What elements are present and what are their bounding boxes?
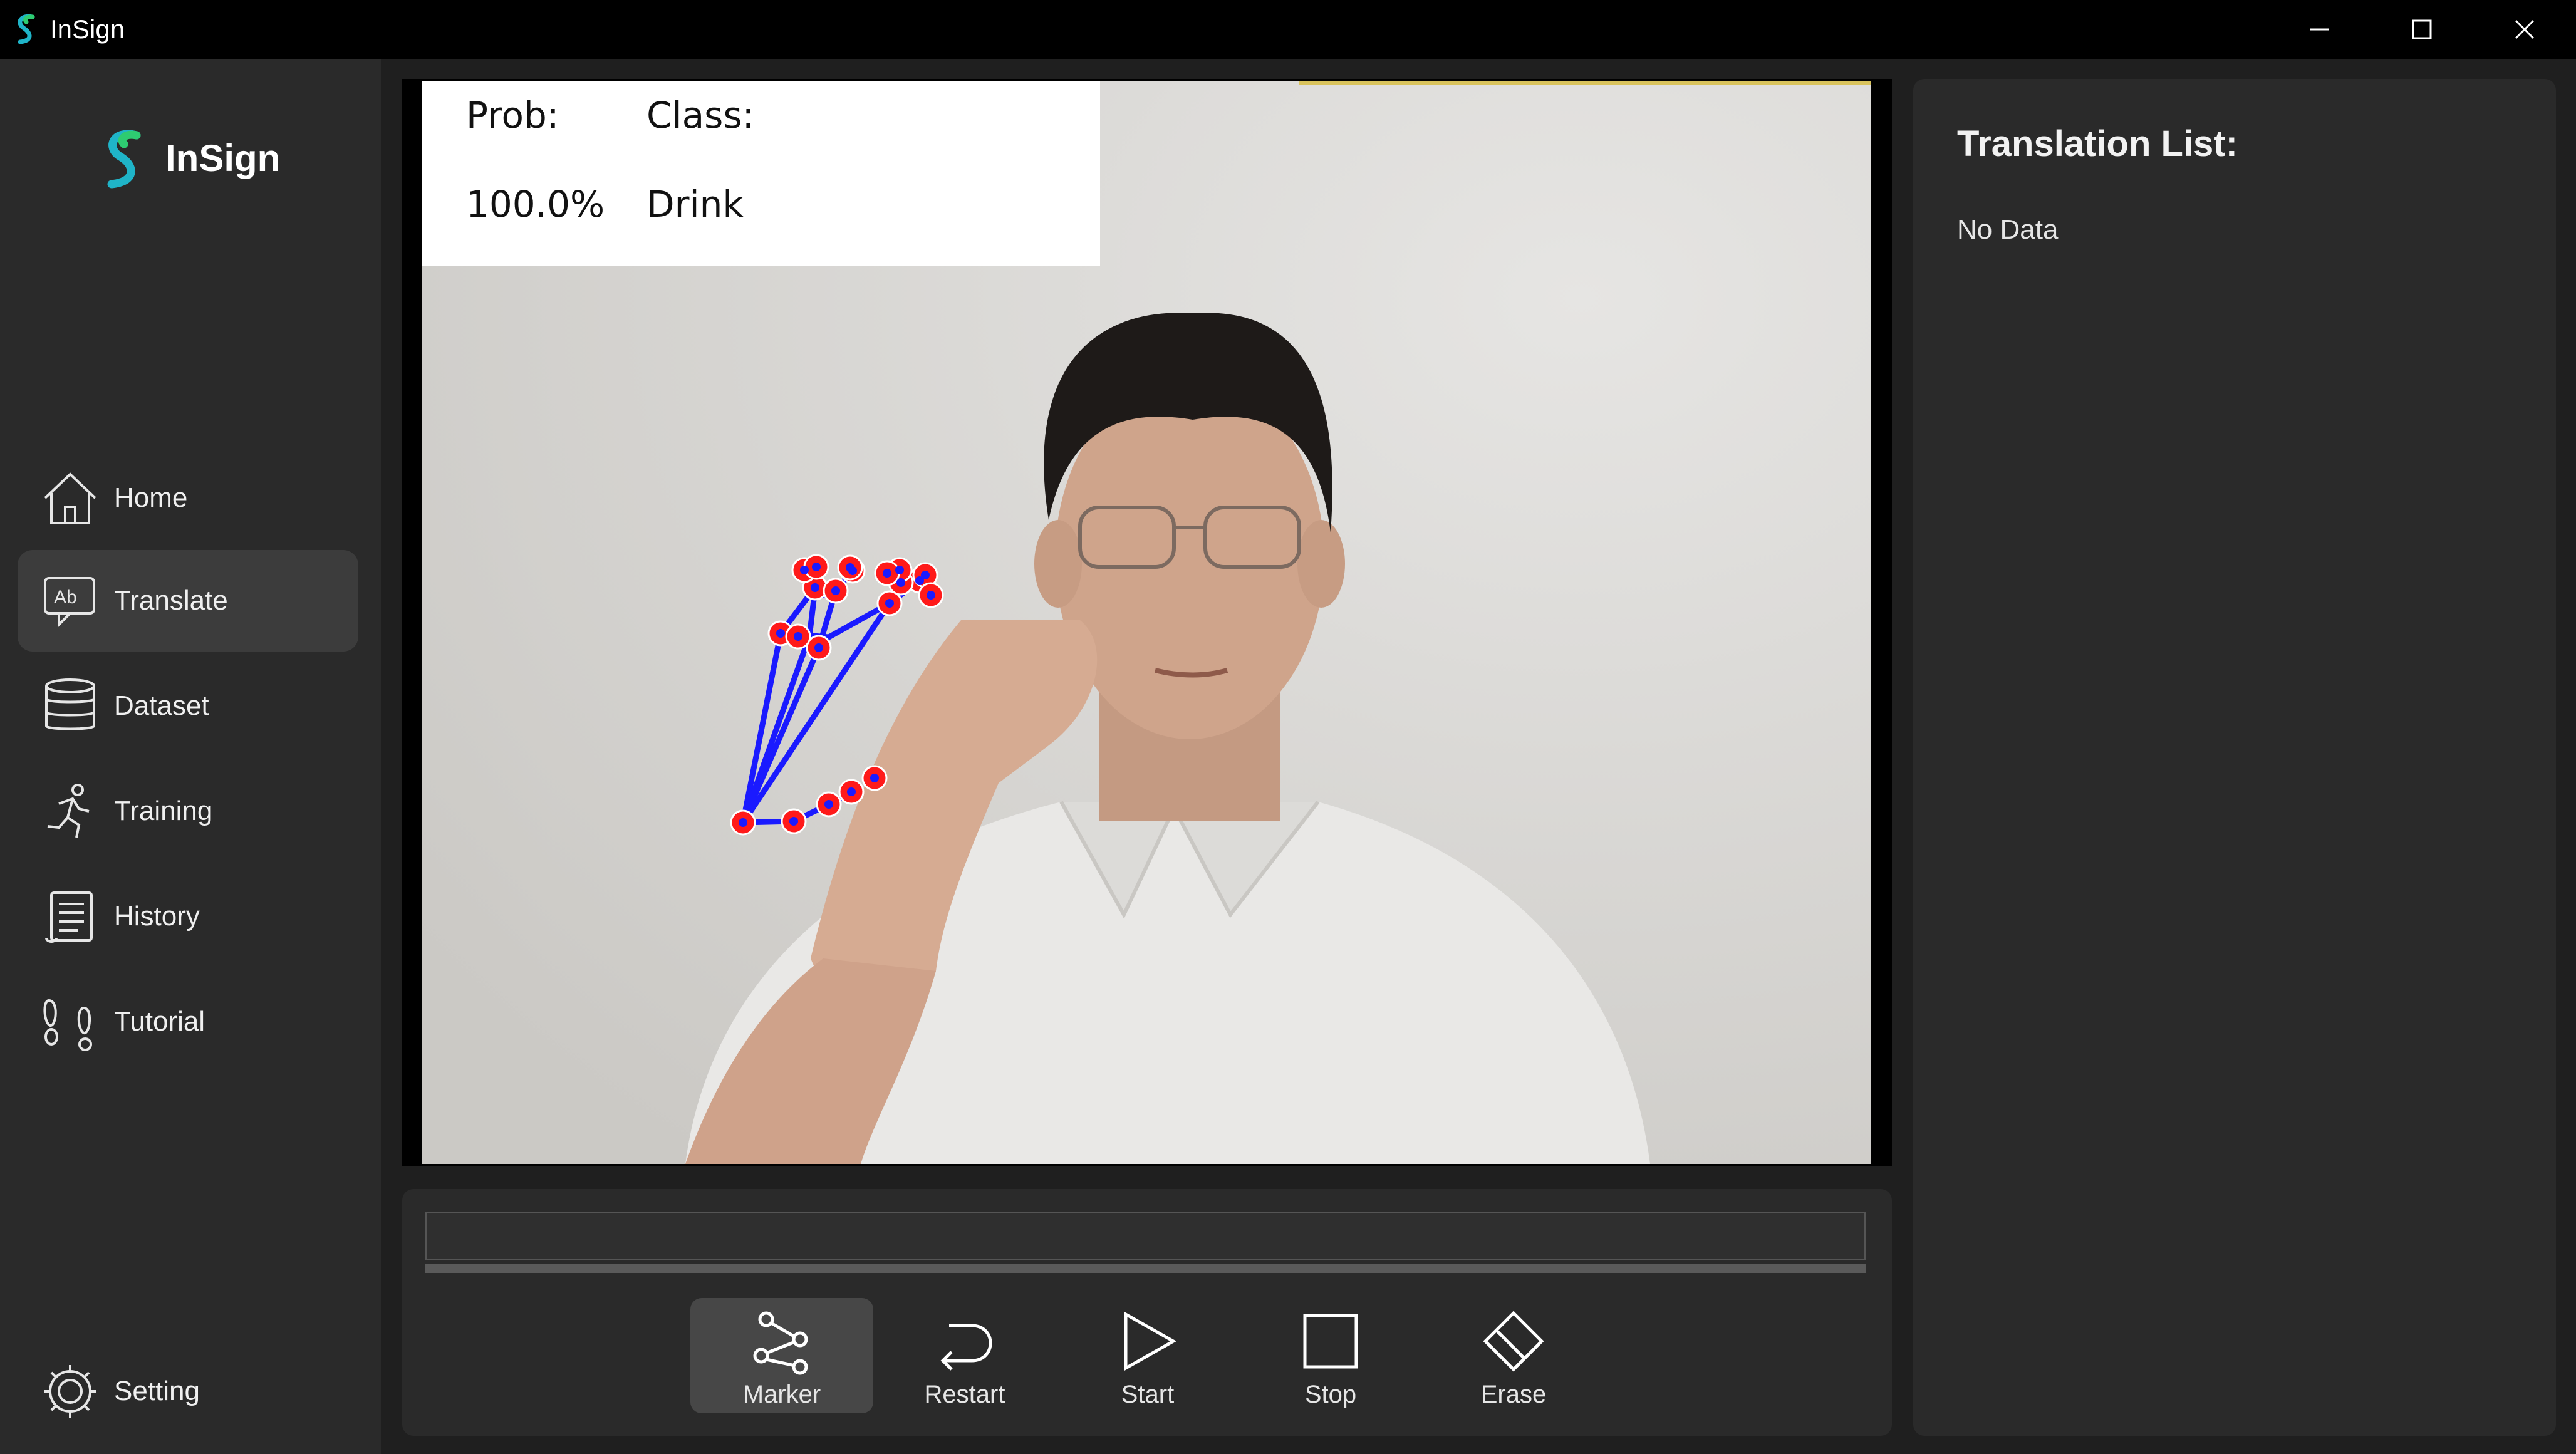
sidebar-item-home[interactable]: Home xyxy=(18,447,358,549)
close-icon xyxy=(2515,19,2535,39)
sidebar-item-tutorial[interactable]: Tutorial xyxy=(18,971,358,1072)
scroll-icon xyxy=(40,886,100,947)
restart-label: Restart xyxy=(924,1381,1005,1408)
start-label: Start xyxy=(1121,1381,1175,1408)
running-icon xyxy=(40,781,100,841)
app-logo-icon xyxy=(18,14,35,44)
stop-icon xyxy=(1296,1307,1365,1376)
sidebar-item-label: Translate xyxy=(114,585,228,616)
marker-nodes-icon xyxy=(747,1307,816,1376)
maximize-icon xyxy=(2412,19,2432,39)
minimize-button[interactable] xyxy=(2268,0,2371,59)
sidebar-item-label: Dataset xyxy=(114,690,209,721)
title-bar: InSign xyxy=(0,0,2576,59)
home-icon xyxy=(40,468,100,528)
marker-button[interactable]: Marker xyxy=(690,1298,873,1413)
eraser-icon xyxy=(1479,1307,1548,1376)
svg-text:Ab: Ab xyxy=(54,587,77,608)
minimize-icon xyxy=(2310,28,2329,31)
sidebar-item-label: Tutorial xyxy=(114,1006,205,1037)
erase-button[interactable]: Erase xyxy=(1422,1298,1605,1413)
sidebar: InSign Home Ab Translate Dataset Trainin… xyxy=(0,59,381,1454)
restart-icon xyxy=(930,1307,999,1376)
translation-list-title: Translation List: xyxy=(1957,123,2238,164)
sidebar-item-training[interactable]: Training xyxy=(18,761,358,862)
close-button[interactable] xyxy=(2473,0,2576,59)
controls-panel: Marker Restart Start Stop Erase xyxy=(402,1189,1892,1436)
sidebar-item-label: Training xyxy=(114,796,213,826)
translation-text-field[interactable] xyxy=(425,1212,1866,1260)
frame-edge-highlight xyxy=(1299,81,1871,85)
gear-icon xyxy=(40,1361,100,1421)
sidebar-item-label: Setting xyxy=(114,1376,200,1406)
progress-track xyxy=(425,1264,1866,1273)
sidebar-item-translate[interactable]: Ab Translate xyxy=(18,550,358,652)
insign-logo-icon xyxy=(107,130,141,189)
play-icon xyxy=(1113,1307,1182,1376)
class-value: Drink xyxy=(647,183,744,226)
erase-label: Erase xyxy=(1480,1381,1547,1408)
start-button[interactable]: Start xyxy=(1056,1298,1239,1413)
class-label: Class: xyxy=(647,94,755,137)
prob-value: 100.0% xyxy=(466,183,605,226)
database-icon xyxy=(40,676,100,736)
maximize-button[interactable] xyxy=(2371,0,2473,59)
sidebar-item-dataset[interactable]: Dataset xyxy=(18,655,358,757)
brand: InSign xyxy=(94,124,280,192)
marker-label: Marker xyxy=(742,1381,821,1408)
sidebar-item-setting[interactable]: Setting xyxy=(18,1341,358,1442)
camera-feed: Prob: Class: 100.0% Drink xyxy=(422,81,1871,1164)
camera-frame: Prob: Class: 100.0% Drink xyxy=(402,79,1892,1166)
translate-icon: Ab xyxy=(40,571,100,631)
translation-list-panel: Translation List: No Data xyxy=(1913,79,2556,1436)
footprints-icon xyxy=(40,992,100,1052)
stop-button[interactable]: Stop xyxy=(1239,1298,1422,1413)
sidebar-item-label: History xyxy=(114,901,200,932)
brand-name: InSign xyxy=(165,137,281,179)
prob-label: Prob: xyxy=(466,94,559,137)
prediction-overlay: Prob: Class: 100.0% Drink xyxy=(422,81,1100,266)
restart-button[interactable]: Restart xyxy=(873,1298,1056,1413)
translation-list-empty: No Data xyxy=(1957,214,2059,245)
window-title: InSign xyxy=(50,14,125,44)
sidebar-item-history[interactable]: History xyxy=(18,866,358,967)
sidebar-item-label: Home xyxy=(114,482,188,513)
stop-label: Stop xyxy=(1304,1381,1357,1408)
